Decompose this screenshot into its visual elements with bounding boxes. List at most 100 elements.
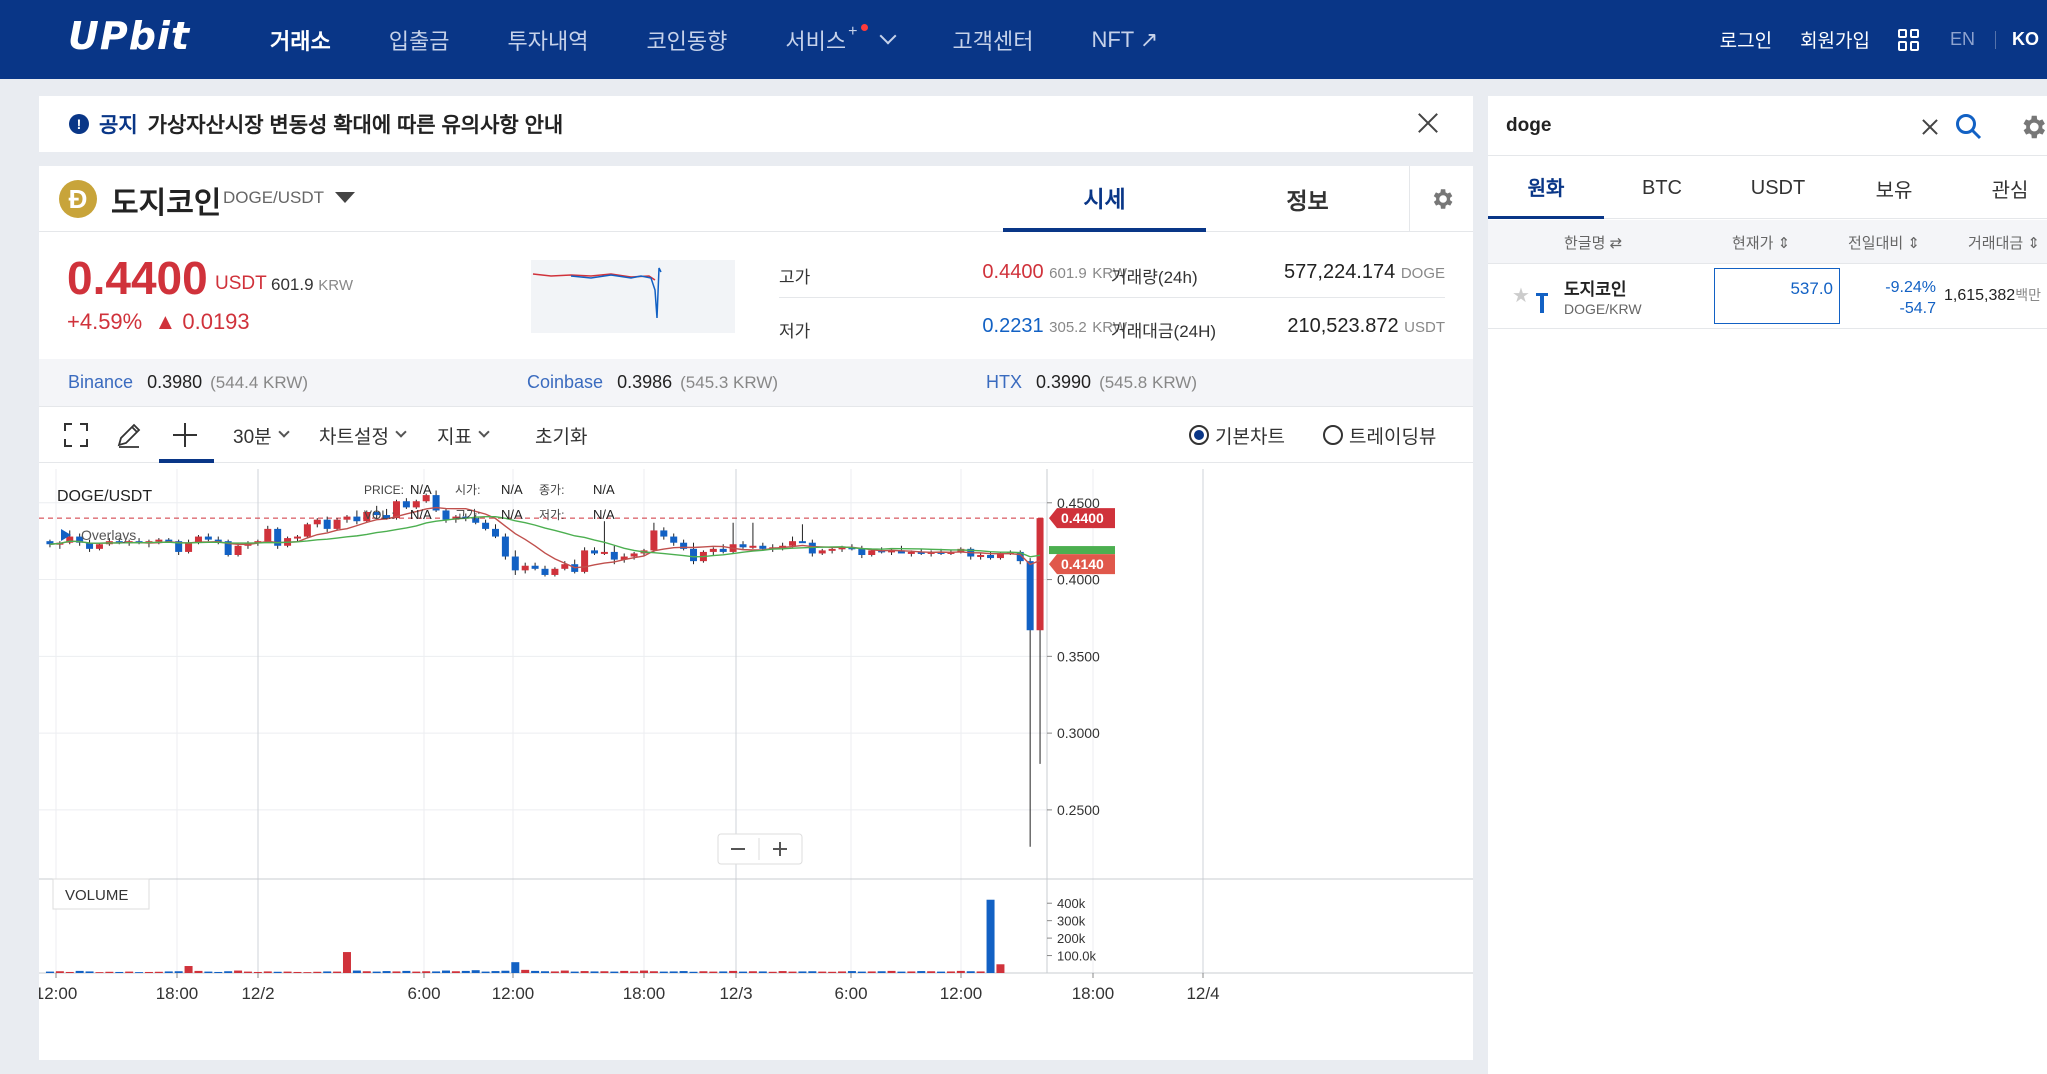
tab-btc[interactable]: BTC [1604, 157, 1720, 219]
basic-chart-radio[interactable]: 기본차트 [1189, 407, 1285, 463]
volume-bar [838, 971, 847, 973]
signup-link[interactable]: 회원가입 [1800, 26, 1870, 53]
radio-checked-icon [1189, 425, 1209, 445]
high-value: 0.4400 [982, 261, 1044, 283]
col-name[interactable]: 한글명 ⇄ [1564, 232, 1622, 253]
volume-bar [293, 971, 302, 973]
app-grid-icon[interactable] [1897, 28, 1920, 51]
row-amount-value: 1,615,382 [1944, 287, 2016, 304]
chevron-down-icon [879, 27, 897, 44]
exchange-name[interactable]: Binance [68, 372, 133, 392]
nav-coin-trends[interactable]: 코인동향 [646, 24, 727, 56]
search-icon[interactable] [1954, 112, 1984, 142]
clear-search-icon[interactable] [1920, 117, 1940, 137]
gear-icon [1433, 189, 1452, 209]
tab-info[interactable]: 정보 [1206, 166, 1409, 232]
exchange-name[interactable]: HTX [986, 372, 1022, 392]
volume-bar [402, 970, 411, 973]
volume-bar [917, 971, 926, 973]
candle-body [868, 550, 876, 555]
candlestick-chart[interactable]: 0.45000.40000.35000.30000.25000.44000.41… [35, 469, 1473, 1060]
volume-bar [610, 971, 619, 973]
nav-exchange[interactable]: 거래소 [270, 24, 331, 56]
candle-body [511, 556, 519, 571]
main-menu: 거래소 입출금 투자내역 코인동향 서비스 + 고객센터 NFT ↗ [270, 0, 1216, 79]
volume-bar [857, 971, 866, 973]
row-change-abs: -54.7 [1899, 300, 1936, 317]
x-tick-label: 18:00 [623, 984, 666, 1003]
candle-body [333, 519, 341, 529]
volume-bar [105, 971, 114, 973]
upbit-logo[interactable]: UPbit [68, 14, 190, 58]
reset-button[interactable]: 초기화 [535, 407, 587, 463]
overlays-toggle[interactable]: Overlays [81, 527, 136, 543]
fullscreen-button[interactable] [63, 407, 89, 463]
x-tick-label: 12:00 [940, 984, 983, 1003]
volume-bar [669, 971, 678, 973]
tradingview-radio[interactable]: 트레이딩뷰 [1323, 407, 1436, 463]
interval-select[interactable]: 30분 [233, 407, 290, 463]
exchange-price: 0.3986 [617, 372, 673, 392]
y-tick-label: 0.3000 [1057, 725, 1100, 741]
tab-favorites[interactable]: 관심 [1952, 157, 2047, 219]
volume-bar [640, 970, 649, 973]
tab-holdings[interactable]: 보유 [1836, 157, 1952, 219]
price-chart-area[interactable]: 0.4500 0.4000 0.3500 0.3000 0.2500 0.4400 0.41… [35, 469, 1473, 1060]
volume-bar [897, 971, 906, 973]
candle-body [610, 551, 618, 560]
volume-bar [382, 971, 391, 973]
indicator-select[interactable]: 지표 [437, 407, 490, 463]
volume-24h-label: 거래량(24h) [1111, 268, 1198, 287]
volume-bar [907, 971, 916, 973]
amount-24h: 210,523.872 USDT [1229, 315, 1445, 338]
lang-en[interactable]: EN [1950, 29, 1975, 50]
volume-bar [95, 972, 104, 973]
tab-krw[interactable]: 원화 [1488, 157, 1604, 219]
chart-symbol: DOGE/USDT [57, 488, 152, 505]
lang-ko[interactable]: KO [2012, 29, 2039, 50]
candle-body [323, 519, 331, 529]
col-price[interactable]: 현재가 ⇕ [1732, 232, 1790, 253]
exchange-name[interactable]: Coinbase [527, 372, 603, 392]
price-tag-label: 0.4400 [1061, 510, 1104, 526]
nav-nft[interactable]: NFT ↗ [1091, 27, 1158, 53]
caret-down-icon[interactable] [335, 192, 355, 203]
search-input[interactable] [1506, 108, 1886, 144]
tab-quote[interactable]: 시세 [1003, 166, 1206, 232]
chart-pin-icon [1536, 293, 1548, 313]
login-link[interactable]: 로그인 [1720, 26, 1772, 53]
row-change: -9.24% -54.7 [1850, 277, 1936, 319]
chart-settings-select[interactable]: 차트설정 [319, 407, 407, 463]
volume-bar [630, 971, 639, 973]
volume-bar [491, 971, 500, 973]
draw-button[interactable] [115, 407, 143, 463]
x-tick-label: 12/2 [241, 984, 274, 1003]
crosshair-button[interactable] [171, 407, 199, 463]
notice-bar[interactable]: ! 공지 가상자산시장 변동성 확대에 따른 유의사항 안내 [39, 96, 1473, 152]
settings-button[interactable] [1409, 166, 1473, 232]
mini-chart [531, 260, 735, 333]
nav-investments[interactable]: 투자내역 [507, 24, 588, 56]
volume-bar [649, 971, 658, 973]
gear-icon[interactable] [2018, 112, 2047, 142]
high-krw: 601.9 [1049, 265, 1087, 282]
tab-usdt[interactable]: USDT [1720, 157, 1836, 219]
nav-deposit[interactable]: 입출금 [389, 24, 450, 56]
legend-close-value: N/A [593, 482, 615, 497]
close-icon[interactable] [1415, 110, 1441, 136]
col-amount[interactable]: 거래대금 ⇕ [1968, 232, 2040, 253]
volume-bar [55, 971, 64, 973]
candle-body [690, 548, 698, 562]
chevron-down-icon [395, 426, 407, 438]
favorite-star-icon[interactable]: ★ [1512, 283, 1530, 308]
nav-services[interactable]: 서비스 + [785, 23, 897, 56]
table-row[interactable]: ★ 도지코인 DOGE/KRW 537.0 -9.24% -54.7 1,615,… [1488, 265, 2047, 329]
volume-bar [422, 971, 431, 973]
nav-support[interactable]: 고객센터 [952, 24, 1033, 56]
new-dot-icon [861, 24, 869, 31]
volume-bar [580, 971, 589, 973]
notice-text[interactable]: 가상자산시장 변동성 확대에 따른 유의사항 안내 [148, 109, 564, 139]
volume-bar [818, 971, 827, 973]
col-change[interactable]: 전일대비 ⇕ [1848, 232, 1920, 253]
sort-icon: ⇕ [2027, 235, 2040, 252]
